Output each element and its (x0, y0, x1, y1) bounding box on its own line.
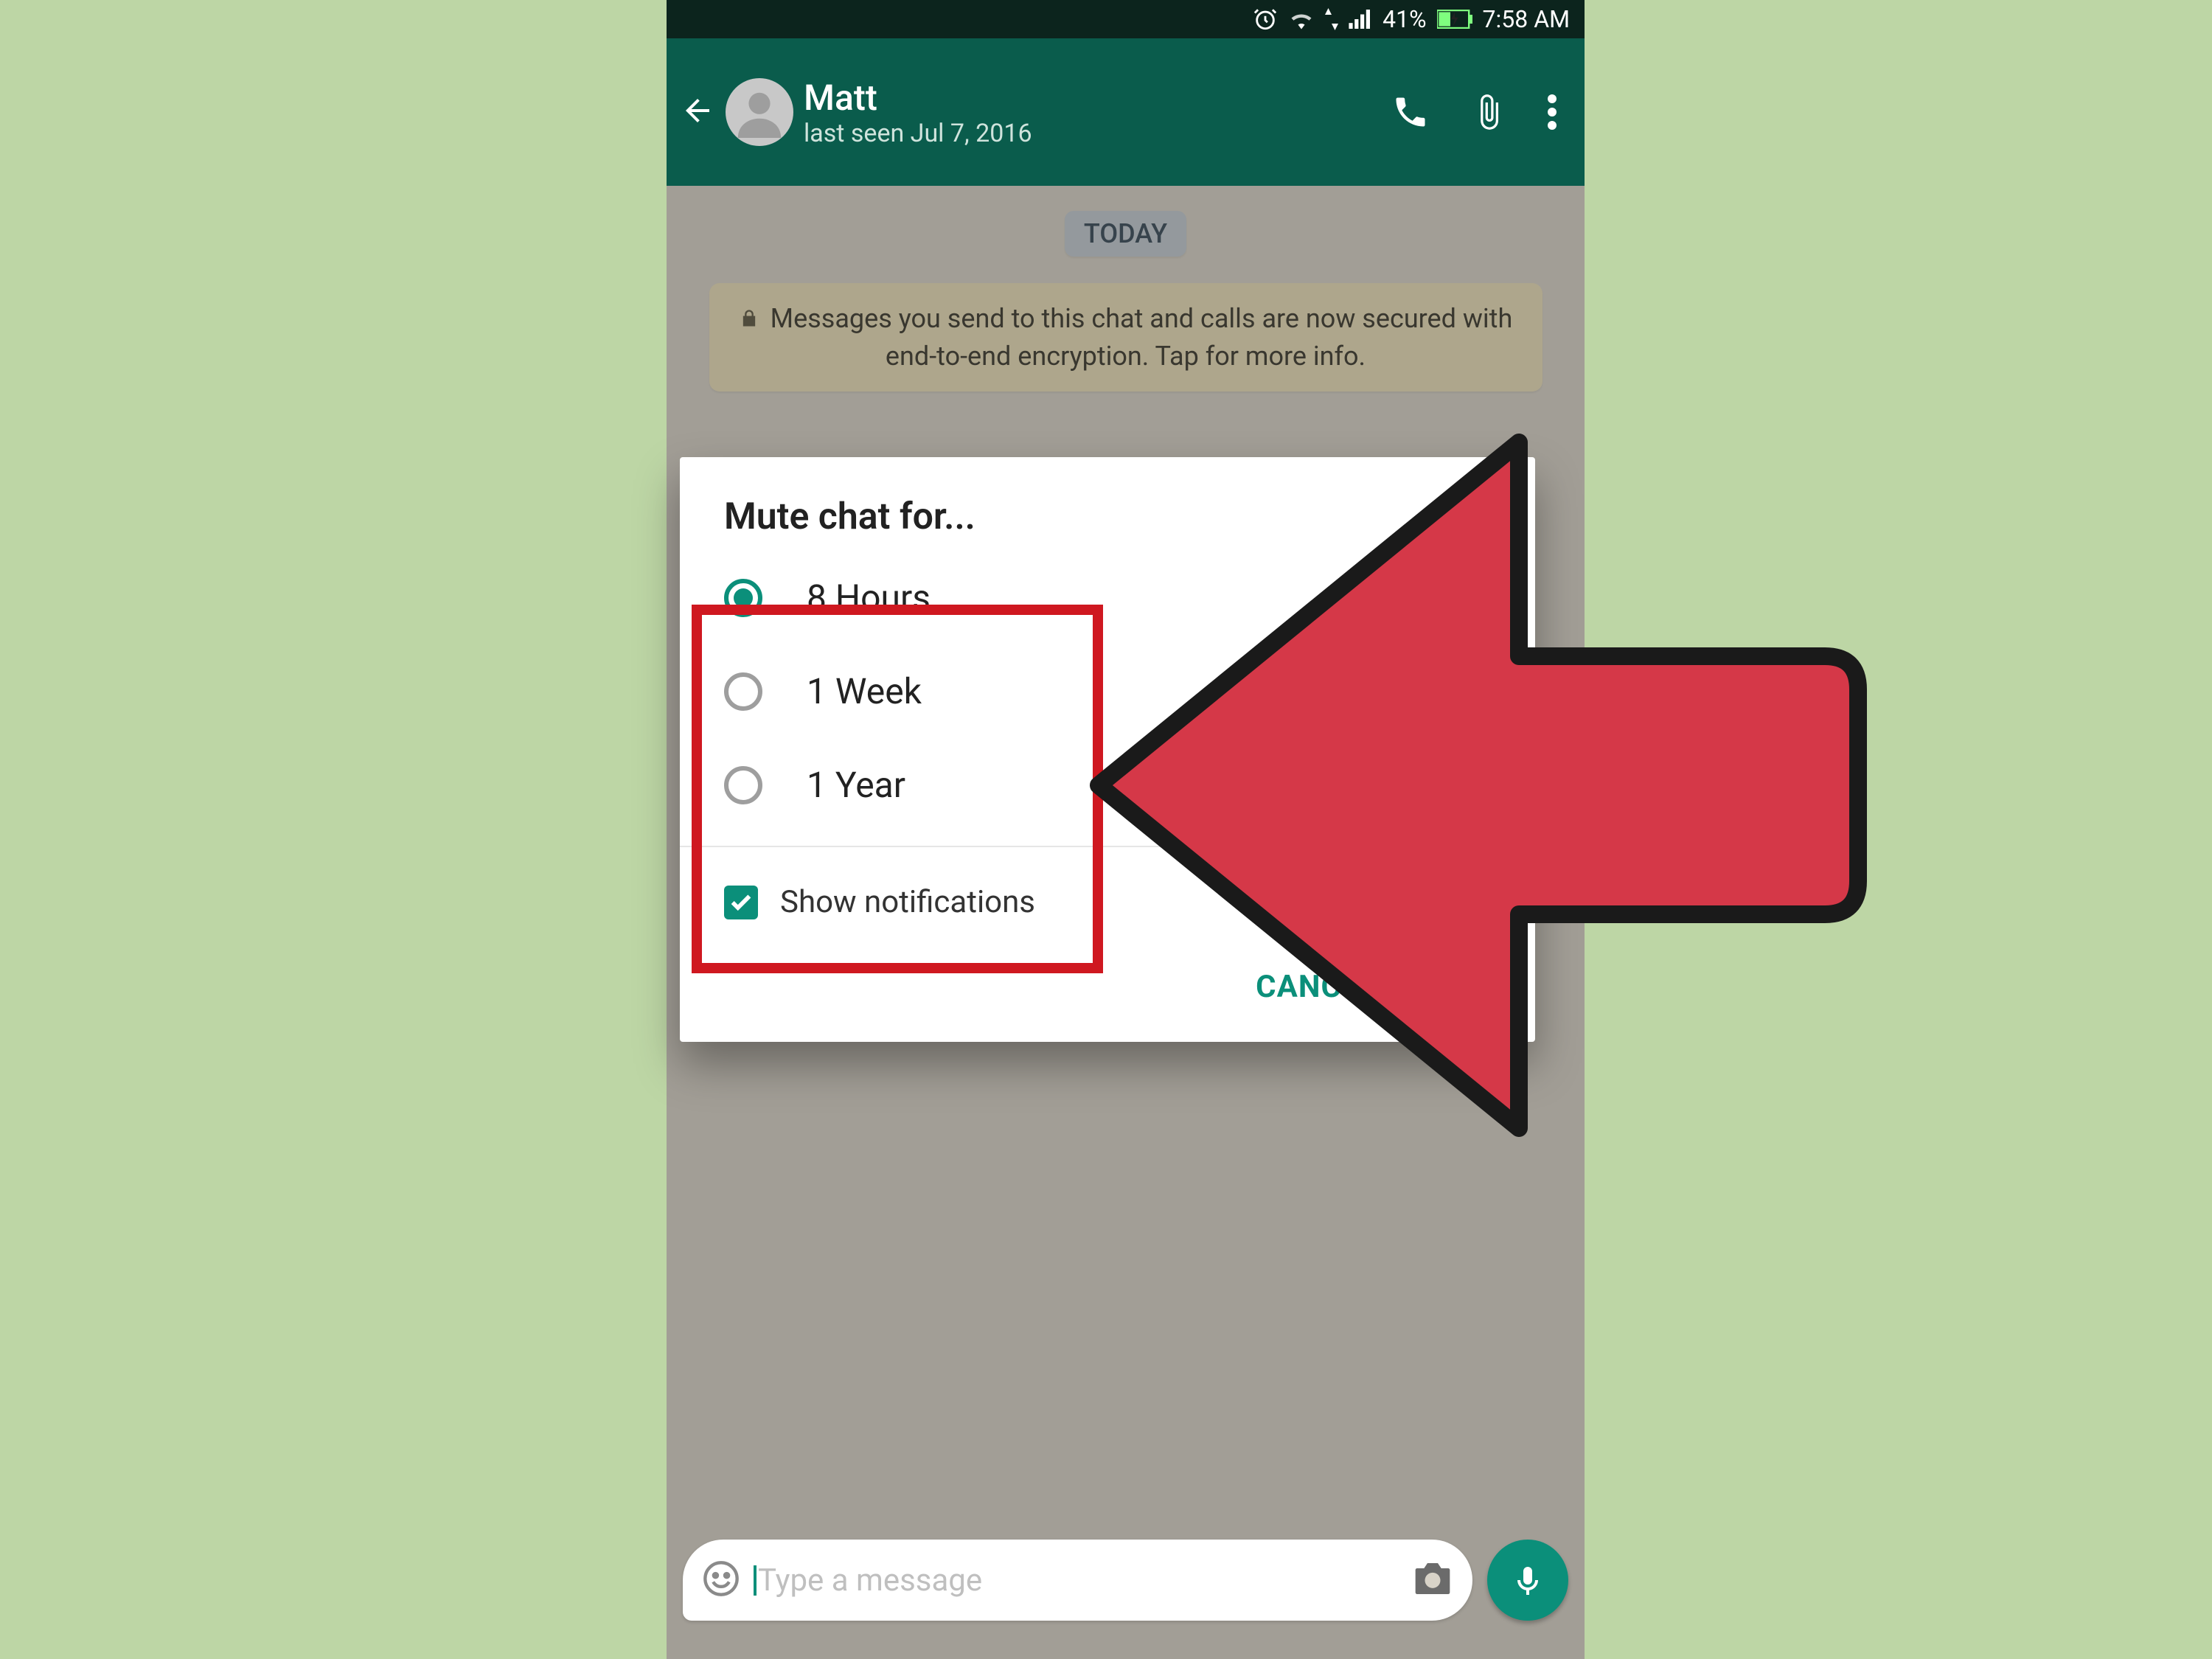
mute-option-1-year[interactable]: 1 Year (724, 764, 1491, 806)
clock-time: 7:58 AM (1483, 5, 1570, 33)
mute-dialog: Mute chat for... 8 Hours 1 Week 1 Year S… (680, 457, 1535, 1042)
option-label: 8 Hours (807, 577, 931, 619)
radio-icon (724, 766, 762, 804)
contact-name: Matt (804, 77, 1366, 119)
mute-options: 8 Hours 1 Week 1 Year (680, 559, 1535, 828)
message-input-container: Type a message (683, 1540, 1472, 1621)
dialog-actions: CANCEL OK (680, 935, 1535, 1042)
show-notifications-toggle[interactable]: Show notifications (680, 847, 1535, 935)
last-seen: last seen Jul 7, 2016 (804, 119, 1366, 148)
avatar[interactable] (726, 78, 793, 146)
message-input[interactable]: Type a message (754, 1562, 1399, 1599)
ok-button[interactable]: OK (1439, 969, 1482, 1005)
battery-charging-icon (1437, 10, 1472, 29)
chat-header: Matt last seen Jul 7, 2016 (667, 38, 1585, 186)
checkbox-label: Show notifications (780, 884, 1035, 920)
emoji-icon[interactable] (702, 1559, 740, 1601)
checkbox-checked-icon (724, 886, 758, 919)
contact-info[interactable]: Matt last seen Jul 7, 2016 (804, 77, 1366, 148)
camera-icon[interactable] (1412, 1561, 1453, 1599)
more-menu-button[interactable] (1533, 93, 1571, 131)
option-label: 1 Year (807, 764, 905, 806)
compose-bar: Type a message (667, 1526, 1585, 1659)
radio-selected-icon (724, 579, 762, 617)
alarm-icon (1253, 7, 1278, 32)
radio-icon (724, 672, 762, 711)
status-bar: 41% 7:58 AM (667, 0, 1585, 38)
cancel-button[interactable]: CANCEL (1256, 969, 1377, 1005)
wifi-icon (1288, 9, 1315, 29)
call-button[interactable] (1377, 93, 1444, 131)
mute-option-1-week[interactable]: 1 Week (724, 670, 1491, 712)
option-label: 1 Week (807, 670, 922, 712)
battery-percent: 41% (1382, 5, 1426, 33)
dialog-title: Mute chat for... (680, 457, 1535, 559)
mic-button[interactable] (1487, 1540, 1568, 1621)
signal-icon (1349, 10, 1372, 29)
back-button[interactable] (680, 93, 715, 131)
mute-option-8-hours[interactable]: 8 Hours (724, 577, 1491, 619)
attach-button[interactable] (1455, 93, 1523, 131)
data-icon (1325, 8, 1338, 30)
